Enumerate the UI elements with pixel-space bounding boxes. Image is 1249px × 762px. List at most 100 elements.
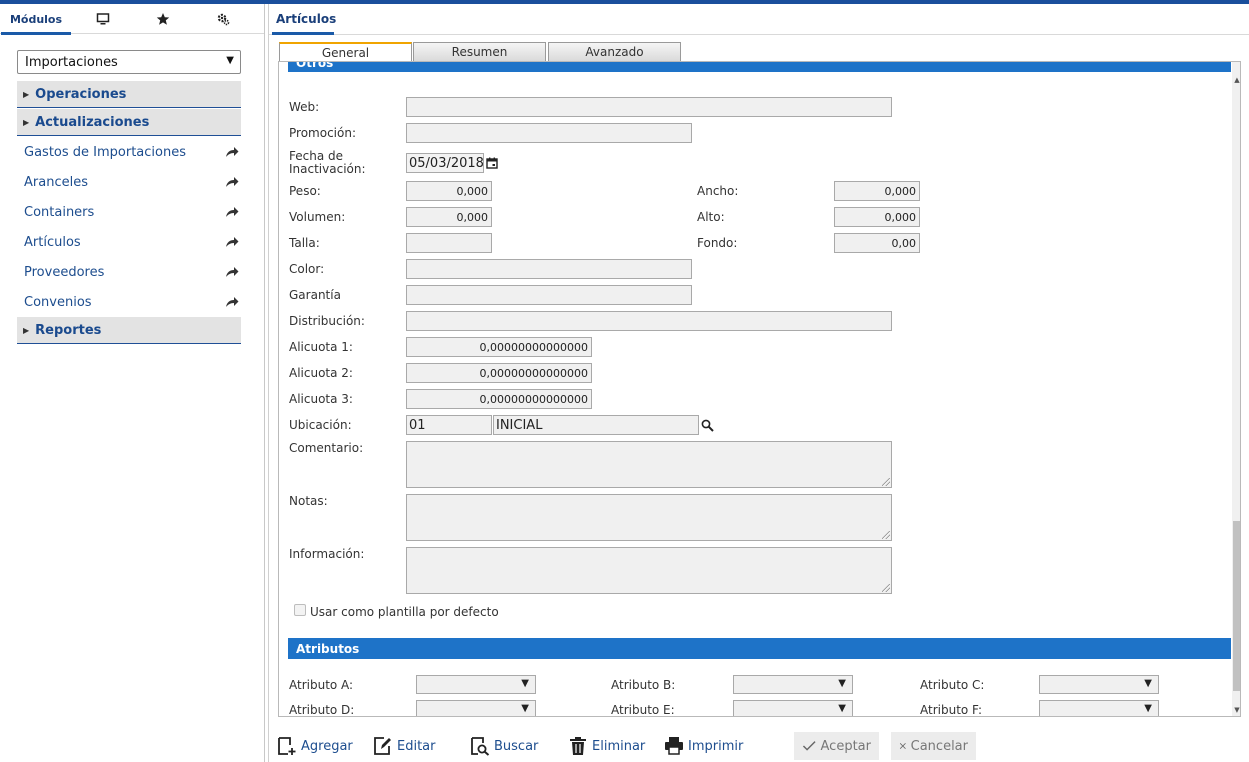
chevron-down-icon: ▼ xyxy=(521,703,529,714)
distribucion-field[interactable] xyxy=(406,311,892,331)
web-label: Web: xyxy=(289,100,320,114)
comentario-textarea[interactable] xyxy=(406,441,892,488)
title-divider xyxy=(269,34,1249,35)
chevron-down-icon: ▼ xyxy=(838,703,846,714)
alicuota2-field[interactable]: 0,00000000000000 xyxy=(406,363,592,383)
fondo-label: Fondo: xyxy=(697,236,738,250)
share-arrow-icon xyxy=(226,267,239,277)
modules-panel-tabs: Módulos xyxy=(0,4,264,35)
atributo-b-select[interactable]: ▼ xyxy=(733,675,853,694)
atributo-e-select[interactable]: ▼ xyxy=(733,700,853,716)
atributo-e-label: Atributo E: xyxy=(611,703,675,717)
chevron-down-icon: ▼ xyxy=(838,678,846,689)
ubicacion-nombre-field[interactable]: INICIAL xyxy=(493,415,699,435)
ancho-field[interactable]: 0,000 xyxy=(834,181,920,201)
garantia-label: Garantía xyxy=(289,288,341,302)
printer-icon xyxy=(665,737,683,755)
buscar-label: Buscar xyxy=(494,738,539,754)
form-content: Otros Web: Promoción: Fecha de Inactivac… xyxy=(278,61,1241,717)
star-icon[interactable] xyxy=(134,4,192,34)
fecha-inactivacion-field[interactable]: 05/03/2018 xyxy=(406,153,484,173)
share-arrow-icon xyxy=(226,297,239,307)
informacion-textarea[interactable] xyxy=(406,547,892,594)
chevron-down-icon: ▼ xyxy=(1144,678,1152,689)
menu-item-label: Aranceles xyxy=(24,174,88,190)
monitor-icon[interactable] xyxy=(74,4,132,34)
informacion-label: Información: xyxy=(289,547,365,561)
menu-item-label: Convenios xyxy=(24,294,92,310)
alicuota3-field[interactable]: 0,00000000000000 xyxy=(406,389,592,409)
module-select-value: Importaciones xyxy=(25,54,118,70)
add-document-icon xyxy=(278,737,296,755)
promocion-field[interactable] xyxy=(406,123,692,143)
aceptar-label: Aceptar xyxy=(820,738,871,754)
section-reportes[interactable]: ▶ Reportes xyxy=(17,317,241,344)
menu-item-articulos[interactable]: Artículos xyxy=(24,231,239,253)
tab-general[interactable]: General xyxy=(279,42,412,62)
menu-item-convenios[interactable]: Convenios xyxy=(24,291,239,313)
page-title[interactable]: Artículos xyxy=(272,4,340,34)
atributo-d-label: Atributo D: xyxy=(289,703,355,717)
imprimir-label: Imprimir xyxy=(688,738,744,754)
cancelar-button[interactable]: Cancelar xyxy=(891,732,976,760)
volumen-label: Volumen: xyxy=(289,210,346,224)
garantia-field[interactable] xyxy=(406,285,692,305)
distribucion-label: Distribución: xyxy=(289,314,365,328)
close-icon xyxy=(899,743,906,749)
menu-item-containers[interactable]: Containers xyxy=(24,201,239,223)
module-select[interactable]: Importaciones ▼ xyxy=(17,50,241,74)
tab-avanzado[interactable]: Avanzado xyxy=(548,42,681,61)
trash-icon xyxy=(570,737,586,755)
agregar-button[interactable]: Agregar xyxy=(277,732,353,760)
eliminar-button[interactable]: Eliminar xyxy=(568,732,645,760)
search-icon[interactable] xyxy=(701,419,714,432)
title-underline xyxy=(272,32,334,35)
ubicacion-codigo-field[interactable]: 01 xyxy=(406,415,492,435)
ubicacion-label: Ubicación: xyxy=(289,418,352,432)
alto-label: Alto: xyxy=(697,210,725,224)
menu-item-gastos-importaciones[interactable]: Gastos de Importaciones xyxy=(24,141,239,163)
alto-field[interactable]: 0,000 xyxy=(834,207,920,227)
chevron-down-icon: ▼ xyxy=(521,678,529,689)
color-field[interactable] xyxy=(406,259,692,279)
section-reportes-label: Reportes xyxy=(35,322,102,338)
menu-item-label: Artículos xyxy=(24,234,81,250)
scroll-down-icon[interactable]: ▼ xyxy=(1232,706,1240,714)
web-field[interactable] xyxy=(406,97,892,117)
editar-button[interactable]: Editar xyxy=(373,732,436,760)
atributo-c-label: Atributo C: xyxy=(920,678,985,692)
articulos-panel: Artículos General Resumen Avanzado Otros… xyxy=(268,4,1249,762)
peso-field[interactable]: 0,000 xyxy=(406,181,492,201)
scrollbar-thumb[interactable] xyxy=(1233,521,1240,691)
tab-modulos[interactable]: Módulos xyxy=(1,4,71,35)
atributo-a-select[interactable]: ▼ xyxy=(416,675,536,694)
chevron-down-icon: ▼ xyxy=(1144,703,1152,714)
calendar-icon[interactable] xyxy=(486,157,498,169)
aceptar-button[interactable]: Aceptar xyxy=(794,732,879,760)
fondo-field[interactable]: 0,00 xyxy=(834,233,920,253)
talla-field[interactable] xyxy=(406,233,492,253)
atributo-f-select[interactable]: ▼ xyxy=(1039,700,1159,716)
plantilla-checkbox[interactable] xyxy=(294,604,306,616)
tab-resumen[interactable]: Resumen xyxy=(413,42,546,61)
section-atributos-header: Atributos xyxy=(288,638,1231,659)
imprimir-button[interactable]: Imprimir xyxy=(664,732,743,760)
editar-label: Editar xyxy=(397,738,436,754)
atributo-c-select[interactable]: ▼ xyxy=(1039,675,1159,694)
buscar-button[interactable]: Buscar xyxy=(470,732,538,760)
notas-textarea[interactable] xyxy=(406,494,892,541)
alicuota3-label: Alicuota 3: xyxy=(289,392,353,406)
volumen-field[interactable]: 0,000 xyxy=(406,207,492,227)
section-operaciones[interactable]: ▶ Operaciones xyxy=(17,81,241,108)
fecha-inactivacion-label-line2: Inactivación: xyxy=(289,162,366,176)
alicuota1-label: Alicuota 1: xyxy=(289,340,353,354)
alicuota1-field[interactable]: 0,00000000000000 xyxy=(406,337,592,357)
scroll-up-icon[interactable]: ▲ xyxy=(1232,76,1240,84)
menu-item-proveedores[interactable]: Proveedores xyxy=(24,261,239,283)
search-document-icon xyxy=(471,737,490,756)
atributo-d-select[interactable]: ▼ xyxy=(416,700,536,716)
section-actualizaciones[interactable]: ▶ Actualizaciones xyxy=(17,109,241,136)
settings-gear-icon[interactable] xyxy=(194,4,252,34)
vertical-scrollbar[interactable]: ▲ ▼ xyxy=(1232,62,1240,716)
menu-item-aranceles[interactable]: Aranceles xyxy=(24,171,239,193)
